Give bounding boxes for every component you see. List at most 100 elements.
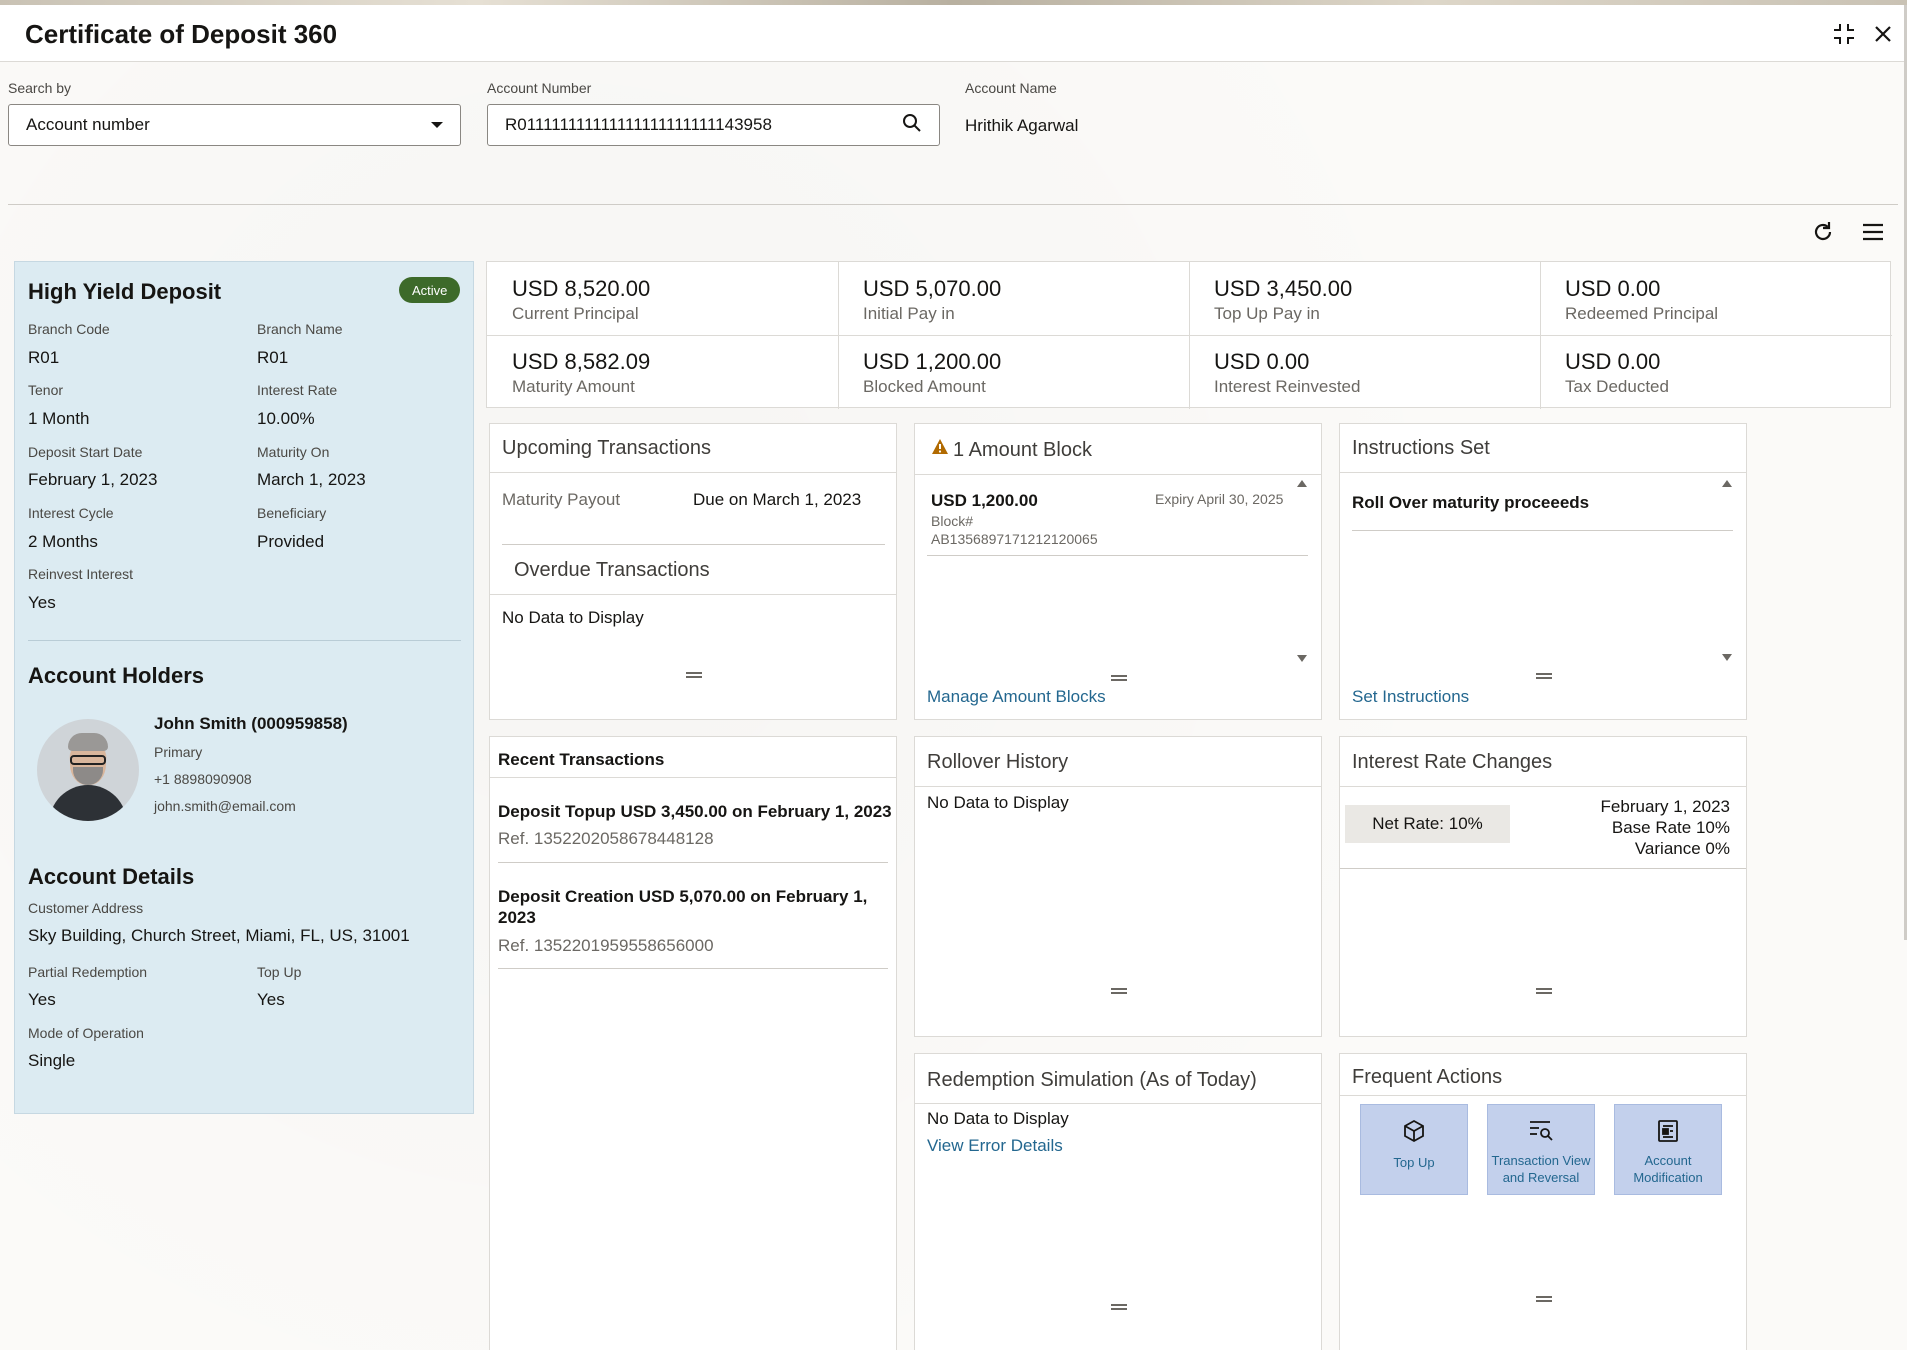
action-label-cont: and Reversal: [1502, 1170, 1580, 1185]
search-by-select[interactable]: Account number: [8, 104, 461, 146]
cube-icon: [1402, 1119, 1426, 1148]
summary-tile-current-principal: USD 8,520.00 Current Principal: [487, 262, 838, 335]
field-label: Reinvest Interest: [28, 566, 134, 582]
holder-phone: +1 8898090908: [154, 771, 252, 787]
summary-caption: Redeemed Principal: [1565, 304, 1719, 323]
field-label: Deposit Start Date: [28, 444, 143, 460]
summary-tile-top-up-pay-in: USD 3,450.00 Top Up Pay in: [1189, 262, 1540, 335]
field-value: Provided: [257, 532, 325, 551]
account-number-input[interactable]: R011111111111111111111111143958: [487, 104, 940, 146]
field-label: Branch Name: [257, 321, 343, 337]
summary-amount: USD 3,450.00: [1214, 276, 1353, 301]
close-icon[interactable]: [1868, 19, 1898, 49]
drag-handle-icon[interactable]: [686, 672, 702, 678]
action-label-cont: Modification: [1633, 1170, 1703, 1185]
address-value: Sky Building, Church Street, Miami, FL, …: [28, 926, 410, 945]
card-title: Recent Transactions: [498, 750, 665, 769]
title-bar: Certificate of Deposit 360: [0, 5, 1907, 62]
interest-rate-changes-card: Interest Rate Changes Net Rate: 10% Febr…: [1339, 736, 1747, 1037]
collapse-icon[interactable]: [1829, 19, 1859, 49]
top-up-action-button[interactable]: Top Up: [1360, 1104, 1468, 1195]
address-label: Customer Address: [28, 900, 144, 916]
summary-caption: Top Up Pay in: [1214, 304, 1320, 323]
partial-redemption-label: Partial Redemption: [28, 964, 148, 980]
view-error-details-link[interactable]: View Error Details: [927, 1136, 1063, 1156]
card-title: Frequent Actions: [1352, 1066, 1503, 1088]
summary-tile-blocked-amount: USD 1,200.00 Blocked Amount: [838, 335, 1189, 408]
instruction-item: Roll Over maturity proceeeds: [1352, 493, 1590, 512]
field-label: Maturity On: [257, 444, 330, 460]
drag-handle-icon[interactable]: [1536, 988, 1552, 994]
summary-tile-initial-pay-in: USD 5,070.00 Initial Pay in: [838, 262, 1189, 335]
block-id: AB1356897171212120065: [931, 531, 1098, 547]
card-title: Redemption Simulation (As of Today): [927, 1069, 1257, 1091]
scroll-down-icon[interactable]: [1297, 655, 1307, 662]
manage-amount-blocks-link[interactable]: Manage Amount Blocks: [927, 687, 1106, 707]
scroll-up-icon[interactable]: [1722, 480, 1732, 487]
summary-caption: Tax Deducted: [1565, 377, 1669, 396]
transaction-view-action-button[interactable]: Transaction View and Reversal: [1487, 1104, 1595, 1195]
summary-amount: USD 1,200.00: [863, 349, 1002, 374]
transaction-ref: Ref. 1352202058678448128: [498, 829, 714, 848]
set-instructions-link[interactable]: Set Instructions: [1352, 687, 1469, 707]
transaction-description: Deposit Topup USD 3,450.00 on February 1…: [498, 802, 892, 821]
field-label: Interest Cycle: [28, 505, 114, 521]
action-label: Top Up: [1393, 1155, 1435, 1170]
account-modification-action-button[interactable]: Account Modification: [1614, 1104, 1722, 1195]
redemption-empty: No Data to Display: [927, 1109, 1069, 1128]
field-value: 1 Month: [28, 409, 90, 428]
mode-of-operation-label: Mode of Operation: [28, 1025, 144, 1041]
drag-handle-icon[interactable]: [1536, 673, 1552, 679]
summary-amount: USD 0.00: [1214, 349, 1310, 374]
block-number-label: Block#: [931, 513, 974, 529]
holder-role: Primary: [154, 744, 203, 760]
summary-caption: Interest Reinvested: [1214, 377, 1361, 396]
rate-change-date: February 1, 2023: [1600, 797, 1730, 816]
block-amount: USD 1,200.00: [931, 491, 1038, 510]
avatar: [37, 719, 139, 821]
field-value: R01: [257, 348, 289, 367]
drag-handle-icon[interactable]: [1111, 675, 1127, 681]
recent-transactions-card: Recent Transactions Deposit Topup USD 3,…: [489, 736, 897, 1350]
mode-of-operation-value: Single: [28, 1051, 76, 1070]
summary-amount: USD 8,520.00: [512, 276, 651, 301]
account-details-title: Account Details: [28, 864, 195, 889]
deposit-overview-panel: High Yield Deposit Active Branch Code R0…: [14, 261, 474, 1114]
account-holders-title: Account Holders: [28, 663, 205, 688]
variance: Variance 0%: [1634, 839, 1730, 858]
summary-amount: USD 5,070.00: [863, 276, 1002, 301]
refresh-icon[interactable]: [1808, 217, 1838, 247]
summary-tile-maturity-amount: USD 8,582.09 Maturity Amount: [487, 335, 838, 408]
card-title: Interest Rate Changes: [1352, 751, 1553, 773]
card-title: Instructions Set: [1352, 437, 1490, 459]
field-value: February 1, 2023: [28, 470, 158, 489]
upcoming-transactions-card: Upcoming Transactions Maturity Payout Du…: [489, 423, 897, 720]
divider: [8, 204, 1898, 205]
overdue-empty: No Data to Display: [502, 608, 644, 627]
rollover-empty: No Data to Display: [927, 793, 1069, 812]
card-title: Rollover History: [927, 751, 1069, 773]
holder-email: john.smith@email.com: [154, 798, 296, 814]
card-title: 1 Amount Block: [953, 439, 1092, 461]
scroll-up-icon[interactable]: [1297, 480, 1307, 487]
search-icon[interactable]: [902, 113, 922, 138]
summary-caption: Blocked Amount: [863, 377, 986, 396]
search-by-value: Account number: [26, 115, 150, 134]
drag-handle-icon[interactable]: [1111, 988, 1127, 994]
rollover-history-card: Rollover History No Data to Display: [914, 736, 1322, 1037]
redemption-simulation-card: Redemption Simulation (As of Today) No D…: [914, 1053, 1322, 1350]
frequent-actions-card: Frequent Actions Top Up Transaction View…: [1339, 1053, 1747, 1350]
transaction-description-cont: 2023: [498, 908, 536, 927]
partial-redemption-value: Yes: [28, 990, 56, 1009]
list-search-icon: [1528, 1119, 1554, 1148]
account-number-value: R011111111111111111111111143958: [505, 115, 772, 134]
upcoming-item-label: Maturity Payout: [502, 490, 621, 509]
drag-handle-icon[interactable]: [1536, 1296, 1552, 1302]
hamburger-menu-icon[interactable]: [1858, 217, 1888, 247]
page-title: Certificate of Deposit 360: [25, 19, 338, 49]
drag-handle-icon[interactable]: [1111, 1304, 1127, 1310]
status-badge: Active: [399, 277, 461, 303]
account-name-value: Hrithik Agarwal: [965, 116, 1079, 135]
scroll-down-icon[interactable]: [1722, 654, 1732, 661]
summary-amount: USD 8,582.09: [512, 349, 651, 374]
